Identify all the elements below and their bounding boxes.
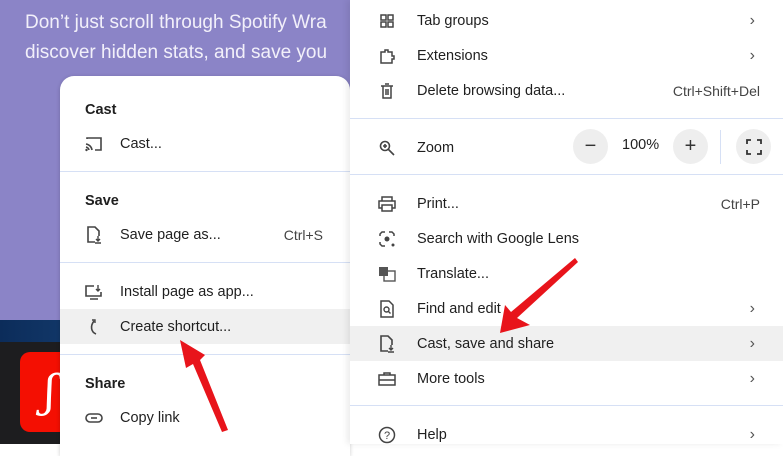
menu-item-zoom: Zoom: [350, 130, 783, 165]
help-icon: ?: [378, 426, 396, 444]
menu-item-translate[interactable]: Translate...: [350, 256, 783, 291]
puzzle-icon: [378, 47, 396, 65]
cast-save-share-submenu: Cast Cast... Save Save page as... Ctrl+S…: [60, 76, 350, 456]
page-text: Don’t just scroll through Spotify Wra di…: [25, 8, 355, 68]
menu-item-tab-groups[interactable]: Tab groups ›: [350, 3, 783, 38]
zoom-level: 100%: [622, 137, 660, 153]
zoom-label: Zoom: [417, 139, 455, 156]
divider: [350, 174, 783, 175]
divider: [60, 354, 350, 355]
divider: [350, 118, 783, 119]
extensions-label: Extensions: [417, 47, 488, 64]
chevron-right-icon: ›: [749, 46, 755, 64]
cast-icon: [85, 135, 103, 153]
menu-item-google-lens[interactable]: Search with Google Lens: [350, 221, 783, 256]
page-text-line: Don’t just scroll through Spotify Wra: [25, 12, 327, 33]
more-tools-label: More tools: [417, 370, 485, 387]
menu-item-delete-browsing-data[interactable]: Delete browsing data... Ctrl+Shift+Del: [350, 73, 783, 108]
divider: [720, 130, 721, 164]
shortcut-icon: [85, 318, 103, 336]
menu-item-install-app[interactable]: Install page as app...: [60, 274, 350, 309]
svg-text:?: ?: [384, 430, 390, 442]
divider: [60, 262, 350, 263]
cast-label: Cast...: [120, 135, 162, 152]
find-edit-label: Find and edit: [417, 300, 501, 317]
print-label: Print...: [417, 195, 459, 212]
chevron-right-icon: ›: [749, 425, 755, 443]
fullscreen-icon: [745, 138, 762, 155]
divider: [350, 405, 783, 406]
save-page-label: Save page as...: [120, 226, 221, 243]
menu-item-cast[interactable]: Cast...: [60, 126, 350, 161]
divider: [60, 171, 350, 172]
page-text-line: discover hidden stats, and save you: [25, 42, 328, 63]
cast-header: Cast: [85, 102, 117, 118]
zoom-in-button[interactable]: +: [673, 129, 708, 164]
menu-item-find-edit[interactable]: Find and edit ›: [350, 291, 783, 326]
create-shortcut-label: Create shortcut...: [120, 318, 232, 335]
zoom-out-button[interactable]: −: [573, 129, 608, 164]
printer-icon: [378, 195, 396, 213]
google-lens-icon: [378, 230, 396, 248]
tab-groups-label: Tab groups: [417, 12, 489, 29]
tab-groups-icon: [378, 12, 396, 30]
translate-label: Translate...: [417, 265, 489, 282]
save-page-icon: [378, 334, 396, 353]
help-label: Help: [417, 426, 447, 443]
copy-link-label: Copy link: [120, 409, 180, 426]
chrome-main-menu: Tab groups › Extensions › Delete browsin…: [350, 0, 783, 444]
chevron-right-icon: ›: [749, 299, 755, 317]
menu-item-copy-link[interactable]: Copy link: [60, 400, 350, 435]
share-header: Share: [85, 376, 126, 392]
delete-browsing-label: Delete browsing data...: [417, 82, 566, 99]
google-lens-label: Search with Google Lens: [417, 230, 580, 247]
menu-item-save-page[interactable]: Save page as... Ctrl+S: [60, 217, 350, 252]
install-app-icon: [85, 283, 103, 301]
find-page-icon: [378, 299, 396, 318]
translate-icon: [378, 265, 396, 283]
cast-save-share-label: Cast, save and share: [417, 335, 555, 352]
save-page-shortcut: Ctrl+S: [283, 226, 323, 243]
chevron-right-icon: ›: [749, 334, 755, 352]
menu-item-extensions[interactable]: Extensions ›: [350, 38, 783, 73]
toolbox-icon: [378, 370, 396, 388]
chevron-right-icon: ›: [749, 369, 755, 387]
install-app-label: Install page as app...: [120, 283, 254, 300]
menu-item-print[interactable]: Print... Ctrl+P: [350, 186, 783, 221]
save-header: Save: [85, 193, 119, 209]
print-shortcut: Ctrl+P: [720, 195, 760, 212]
menu-item-more-tools[interactable]: More tools ›: [350, 361, 783, 396]
link-icon: [85, 409, 103, 427]
menu-item-create-shortcut[interactable]: Create shortcut...: [60, 309, 350, 344]
fullscreen-button[interactable]: [736, 129, 771, 164]
save-page-icon: [85, 225, 103, 244]
menu-item-help[interactable]: ? Help ›: [350, 417, 783, 452]
trash-icon: [378, 82, 396, 100]
chevron-right-icon: ›: [749, 11, 755, 29]
zoom-icon: [378, 139, 396, 157]
menu-item-cast-save-share[interactable]: Cast, save and share ›: [350, 326, 783, 361]
delete-shortcut: Ctrl+Shift+Del: [672, 82, 760, 99]
